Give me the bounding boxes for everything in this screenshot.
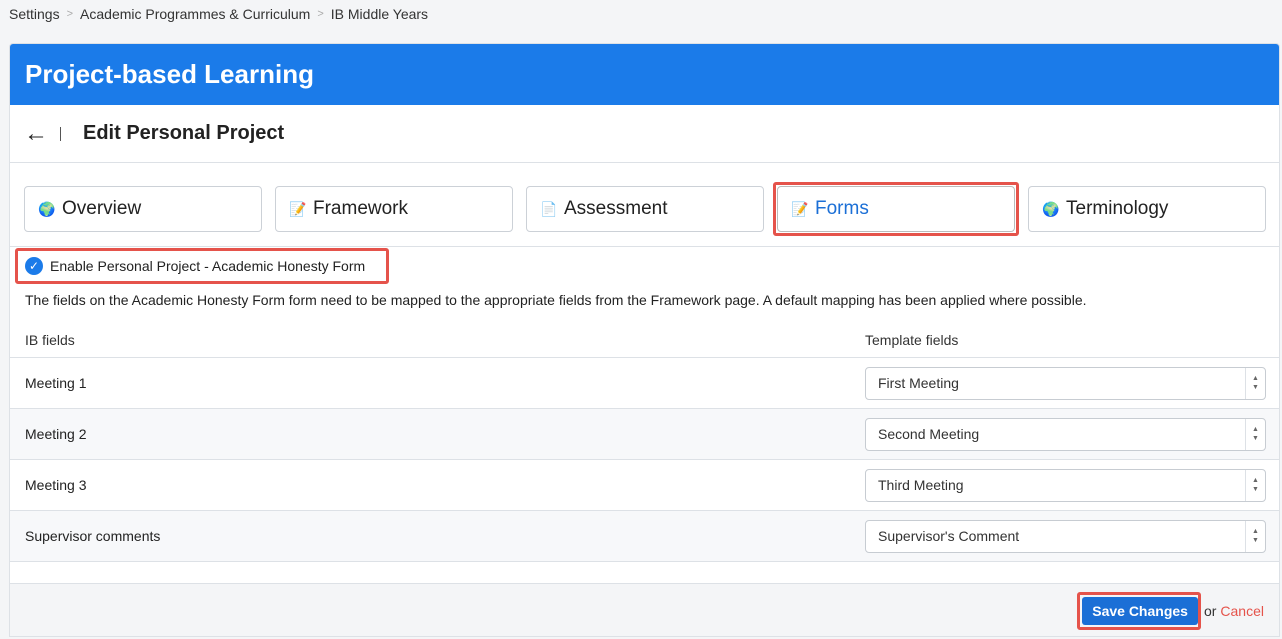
template-field-select[interactable]: Third Meeting ▲ ▼ xyxy=(865,468,1266,502)
select-value: Third Meeting xyxy=(878,477,964,493)
mapping-description: The fields on the Academic Honesty Form … xyxy=(25,292,1087,308)
template-field-select[interactable]: Supervisor's Comment ▲ ▼ xyxy=(865,519,1266,553)
chevron-right-icon: > xyxy=(66,8,74,20)
banner-title: Project-based Learning xyxy=(25,59,314,89)
table-header: IB fields Template fields xyxy=(10,322,1279,358)
divider xyxy=(10,246,1279,247)
subheader: ← Edit Personal Project xyxy=(10,105,1279,163)
tab-overview-wrap: 🌍 Overview xyxy=(24,186,262,232)
enable-form-row: ✓ Enable Personal Project - Academic Hon… xyxy=(15,248,389,284)
tab-assessment-wrap: 📄 Assessment xyxy=(526,186,764,232)
table-row: Meeting 1 First Meeting ▲ ▼ xyxy=(10,358,1279,409)
template-field-select[interactable]: First Meeting ▲ ▼ xyxy=(865,366,1266,400)
tab-label: Framework xyxy=(313,198,409,219)
tab-terminology[interactable]: 🌍 Terminology xyxy=(1028,186,1266,232)
memo-icon: 📝 xyxy=(791,200,809,217)
mapping-table: IB fields Template fields Meeting 1 Firs… xyxy=(10,322,1279,562)
tab-forms-wrap: 📝 Forms xyxy=(773,182,1019,236)
page-banner: Project-based Learning xyxy=(10,44,1279,105)
cancel-link[interactable]: Cancel xyxy=(1220,603,1264,619)
tab-label: Assessment xyxy=(564,198,668,219)
breadcrumb-academic-programmes[interactable]: Academic Programmes & Curriculum xyxy=(80,6,310,22)
tab-label: Terminology xyxy=(1066,198,1169,219)
ib-field-label: Meeting 1 xyxy=(25,375,87,391)
globe-icon: 🌍 xyxy=(1042,200,1060,217)
table-row: Meeting 2 Second Meeting ▲ ▼ xyxy=(10,409,1279,460)
enable-form-label[interactable]: Enable Personal Project - Academic Hones… xyxy=(50,258,365,274)
ib-field-label: Supervisor comments xyxy=(25,528,161,544)
chevron-right-icon: > xyxy=(317,8,324,20)
breadcrumb-settings[interactable]: Settings xyxy=(9,6,60,22)
select-arrows-icon: ▲ ▼ xyxy=(1245,367,1265,399)
tab-framework[interactable]: 📝 Framework xyxy=(275,186,513,232)
tab-label: Forms xyxy=(815,198,869,219)
tab-bar: 🌍 Overview 📝 Framework 📄 Assessment 📝 Fo… xyxy=(24,182,1266,236)
select-value: Supervisor's Comment xyxy=(878,528,1020,544)
tab-assessment[interactable]: 📄 Assessment xyxy=(526,186,764,232)
save-wrap: Save Changes xyxy=(1077,592,1202,630)
ib-field-label: Meeting 3 xyxy=(25,477,87,493)
tab-label: Overview xyxy=(62,198,142,219)
document-icon: 📄 xyxy=(540,200,558,217)
tab-framework-wrap: 📝 Framework xyxy=(275,186,513,232)
breadcrumb: Settings > Academic Programmes & Curricu… xyxy=(9,5,428,23)
ib-field-label: Meeting 2 xyxy=(25,426,87,442)
tab-forms[interactable]: 📝 Forms xyxy=(777,186,1015,232)
form-footer: Save Changes or Cancel xyxy=(10,583,1279,636)
tab-terminology-wrap: 🌍 Terminology xyxy=(1028,186,1266,232)
select-arrows-icon: ▲ ▼ xyxy=(1245,418,1265,450)
globe-icon: 🌍 xyxy=(38,200,56,217)
breadcrumb-ib-middle-years[interactable]: IB Middle Years xyxy=(331,6,428,22)
template-field-select[interactable]: Second Meeting ▲ ▼ xyxy=(865,417,1266,451)
notepad-icon: 📝 xyxy=(289,200,307,217)
table-row: Supervisor comments Supervisor's Comment… xyxy=(10,511,1279,562)
enable-form-checkbox[interactable]: ✓ xyxy=(25,257,43,275)
save-changes-button[interactable]: Save Changes xyxy=(1082,597,1198,625)
table-row: Meeting 3 Third Meeting ▲ ▼ xyxy=(10,460,1279,511)
or-text: or xyxy=(1203,603,1217,619)
divider xyxy=(60,126,61,141)
back-arrow-icon[interactable]: ← xyxy=(24,121,48,146)
select-value: First Meeting xyxy=(878,375,959,391)
header-ib-fields: IB fields xyxy=(25,331,75,348)
select-value: Second Meeting xyxy=(878,426,980,442)
header-template-fields: Template fields xyxy=(865,331,959,348)
select-arrows-icon: ▲ ▼ xyxy=(1245,520,1265,552)
page-title: Edit Personal Project xyxy=(83,122,285,144)
select-arrows-icon: ▲ ▼ xyxy=(1245,469,1265,501)
tab-overview[interactable]: 🌍 Overview xyxy=(24,186,262,232)
main-card: Project-based Learning ← Edit Personal P… xyxy=(9,43,1280,637)
